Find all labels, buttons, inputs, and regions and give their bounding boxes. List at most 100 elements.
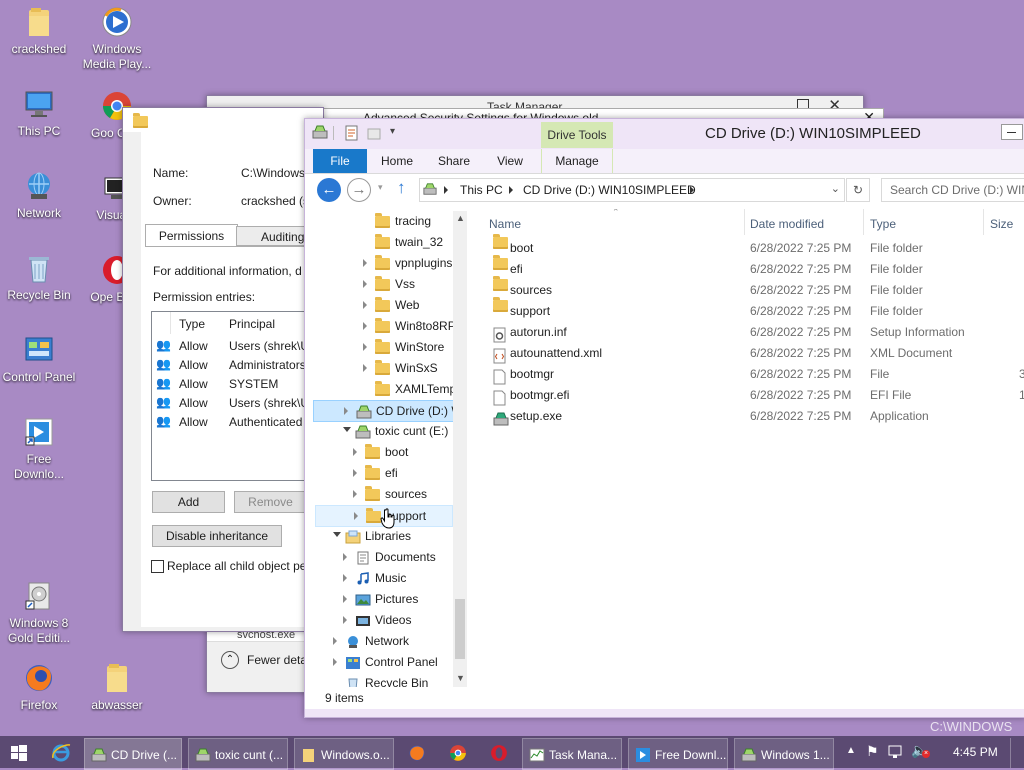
desktop-icon-media-player[interactable]: Windows Media Play...	[78, 6, 156, 72]
expand-chevron-icon[interactable]	[354, 512, 358, 520]
address-bar[interactable]: This PC CD Drive (D:) WIN10SIMPLEED ⌄	[419, 178, 845, 202]
expand-chevron-icon[interactable]	[343, 616, 347, 624]
nav-item-xamltemp[interactable]: XAMLTemp	[305, 379, 456, 399]
nav-item-videos[interactable]: Videos	[305, 610, 450, 630]
nav-item-vpnplugins[interactable]: vpnplugins	[305, 253, 452, 273]
tab-view[interactable]: View	[487, 149, 533, 173]
expand-chevron-icon[interactable]	[333, 658, 337, 666]
file-row[interactable]: bootmgr 6/28/2022 7:25 PM File 3	[489, 364, 1024, 385]
file-row[interactable]: bootmgr.efi 6/28/2022 7:25 PM EFI File 1,1	[489, 385, 1024, 406]
scrollbar-thumb[interactable]	[455, 599, 465, 659]
search-box[interactable]: Search CD Drive (D:) WIN	[881, 178, 1024, 202]
nav-item-music[interactable]: Music	[305, 568, 450, 588]
expand-chevron-icon[interactable]	[353, 448, 357, 456]
desktop-icon-free-download[interactable]: Free Downlo...	[0, 416, 78, 482]
expanded-chevron-icon[interactable]	[343, 427, 351, 432]
file-row[interactable]: boot 6/28/2022 7:25 PM File folder	[489, 234, 1024, 259]
column-header-type[interactable]: Type	[179, 317, 205, 331]
desktop-icon-network[interactable]: Network	[0, 170, 78, 221]
nav-item-tracing[interactable]: tracing	[305, 211, 450, 231]
nav-item-vss[interactable]: Vss	[305, 274, 450, 294]
recent-locations-icon[interactable]: ▾	[378, 182, 383, 193]
show-desktop-button[interactable]	[1010, 738, 1024, 768]
nav-item-efi[interactable]: efi	[305, 463, 450, 483]
nav-item-cd-drive-d-w[interactable]: CD Drive (D:) W	[313, 400, 463, 422]
desktop-icon-this-pc[interactable]: This PC	[0, 88, 78, 139]
breadcrumb-this-pc[interactable]: This PC	[460, 183, 503, 197]
add-button[interactable]: Add	[152, 491, 225, 513]
replace-checkbox[interactable]	[151, 560, 164, 573]
chrome-icon[interactable]	[449, 744, 467, 762]
taskbar-item-toxic-drive[interactable]: toxic cunt (...	[188, 738, 288, 770]
fewer-details-link[interactable]: Fewer deta	[247, 653, 307, 667]
desktop-icon-firefox[interactable]: Firefox	[0, 662, 78, 713]
refresh-icon[interactable]: ↻	[846, 178, 870, 202]
nav-item-pictures[interactable]: Pictures	[305, 589, 450, 609]
expand-chevron-icon[interactable]	[363, 280, 367, 288]
start-windows-icon[interactable]	[11, 745, 27, 761]
nav-item-boot[interactable]: boot	[305, 442, 450, 462]
nav-item-documents[interactable]: Documents	[305, 547, 450, 567]
show-hidden-icons-icon[interactable]: ▲	[846, 745, 856, 756]
expand-chevron-icon[interactable]	[343, 595, 347, 603]
scroll-down-icon[interactable]: ▼	[456, 673, 465, 683]
table-row[interactable]: 👥 Allow Administrators	[152, 355, 327, 374]
clock[interactable]: 4:45 PM	[953, 745, 998, 759]
desktop-icon-crackshed[interactable]: crackshed	[0, 6, 78, 57]
breadcrumb-chevron-icon[interactable]	[690, 186, 694, 194]
nav-item-control-panel[interactable]: Control Panel	[305, 652, 450, 672]
taskbar-item-task-manager[interactable]: Task Mana...	[522, 738, 622, 770]
taskbar-item-free-download[interactable]: Free Downl...	[628, 738, 728, 770]
column-header-date[interactable]: Date modified	[750, 217, 824, 231]
tab-file[interactable]: File	[313, 149, 367, 173]
expand-chevron-icon[interactable]	[363, 364, 367, 372]
desktop-icon-control-panel[interactable]: Control Panel	[0, 334, 78, 385]
nav-item-twain-32[interactable]: twain_32	[305, 232, 450, 252]
minimize-button[interactable]	[1001, 124, 1023, 140]
navigation-scrollbar[interactable]: ▲ ▼	[453, 211, 467, 687]
table-row[interactable]: 👥 Allow Users (shrek\U	[152, 336, 327, 355]
file-row[interactable]: autorun.inf 6/28/2022 7:25 PM Setup Inform…	[489, 322, 1024, 343]
expand-chevron-icon[interactable]	[343, 553, 347, 561]
expand-chevron-icon[interactable]	[344, 407, 348, 415]
expanded-chevron-icon[interactable]	[333, 532, 341, 537]
disable-inheritance-button[interactable]: Disable inheritance	[152, 525, 282, 547]
tab-permissions[interactable]: Permissions	[145, 224, 238, 247]
quick-access-dropdown-icon[interactable]: ▾	[390, 126, 395, 137]
expand-chevron-icon[interactable]	[353, 469, 357, 477]
desktop-icon-abwasser[interactable]: abwasser	[78, 662, 156, 713]
column-header-size[interactable]: Size	[990, 217, 1013, 231]
tab-manage[interactable]: Manage	[541, 149, 613, 173]
file-row[interactable]: efi 6/28/2022 7:25 PM File folder	[489, 255, 1024, 280]
firefox-icon[interactable]	[408, 744, 426, 762]
expand-chevron-icon[interactable]	[333, 637, 337, 645]
nav-item-winstore[interactable]: WinStore	[305, 337, 450, 357]
file-row[interactable]: setup.exe 6/28/2022 7:25 PM Application	[489, 406, 1024, 427]
tab-home[interactable]: Home	[373, 149, 421, 173]
opera-icon[interactable]	[490, 744, 508, 762]
desktop-icon-windows-8-gold[interactable]: Windows 8 Gold Editi...	[0, 580, 78, 646]
taskbar-item-cd-drive[interactable]: CD Drive (...	[84, 738, 182, 770]
file-row[interactable]: sources 6/28/2022 7:25 PM File folder	[489, 276, 1024, 301]
table-row[interactable]: 👥 Allow Users (shrek\U	[152, 393, 327, 412]
taskbar-item-windows-old[interactable]: Windows.o...	[294, 738, 394, 770]
nav-item-recycle-bin[interactable]: Recycle Bin	[305, 673, 450, 687]
up-arrow-icon[interactable]: ↑	[397, 178, 406, 198]
scroll-up-icon[interactable]: ▲	[456, 213, 465, 223]
table-row[interactable]: 👥 Allow Authenticated	[152, 412, 327, 431]
table-row[interactable]: 👥 Allow SYSTEM	[152, 374, 327, 393]
properties-icon[interactable]	[345, 125, 359, 141]
breadcrumb-chevron-icon[interactable]	[444, 186, 448, 194]
nav-item-web[interactable]: Web	[305, 295, 450, 315]
breadcrumb-chevron-icon[interactable]	[509, 186, 513, 194]
forward-arrow-icon[interactable]: →	[347, 178, 371, 202]
breadcrumb-cd-drive[interactable]: CD Drive (D:) WIN10SIMPLEED	[523, 183, 696, 197]
file-row[interactable]: autounattend.xml 6/28/2022 7:25 PM XML Doc…	[489, 343, 1024, 364]
flag-icon[interactable]: ⚑	[866, 743, 879, 760]
desktop-icon-recycle-bin[interactable]: Recycle Bin	[0, 252, 78, 303]
internet-explorer-icon[interactable]	[51, 742, 71, 762]
nav-item-libraries[interactable]: Libraries	[305, 526, 450, 546]
back-arrow-icon[interactable]: ←	[317, 178, 341, 202]
new-folder-icon[interactable]	[367, 125, 381, 141]
file-row[interactable]: support 6/28/2022 7:25 PM File folder	[489, 297, 1024, 322]
